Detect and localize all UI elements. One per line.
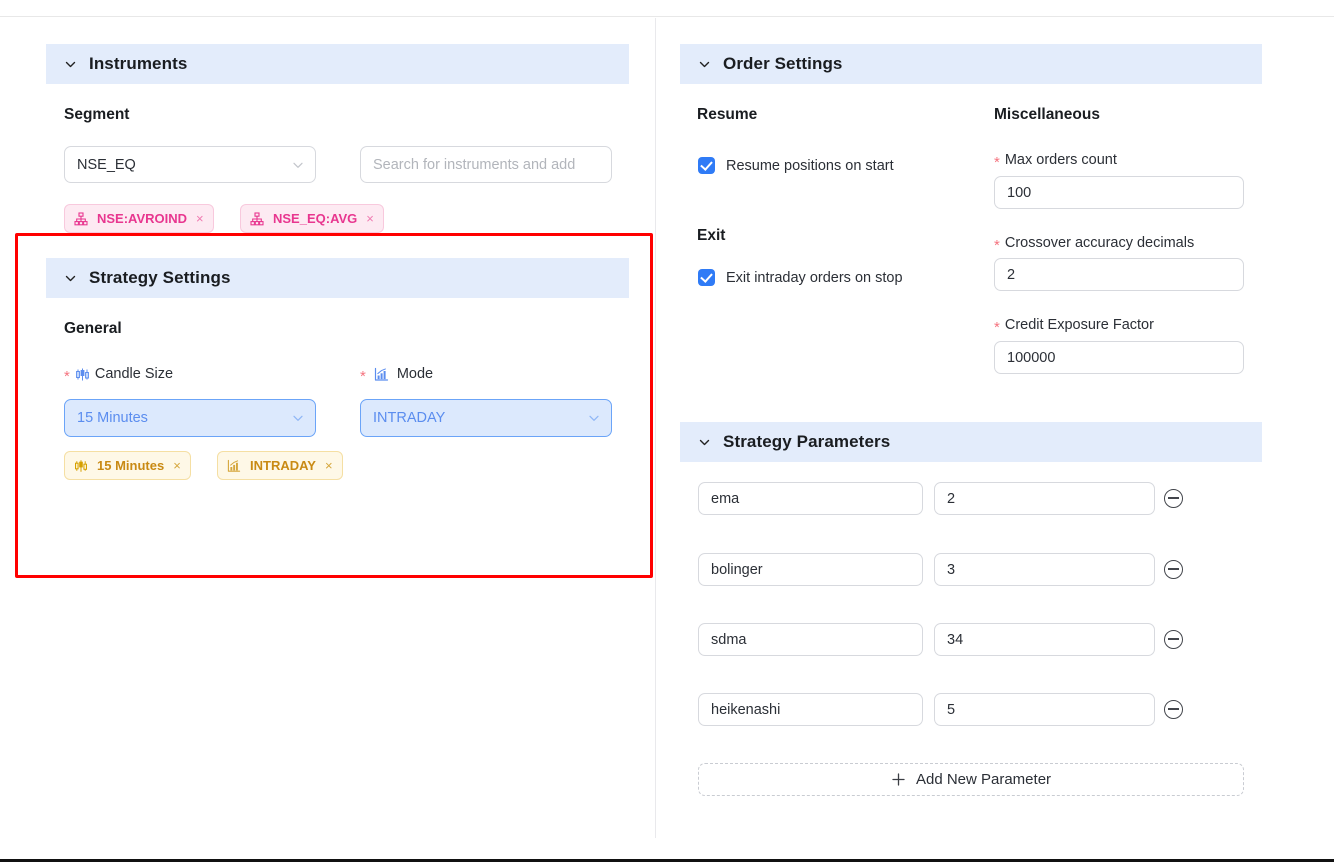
candle-size-select[interactable]: 15 Minutes xyxy=(64,399,316,437)
close-icon[interactable]: × xyxy=(366,211,374,226)
panel-title: Order Settings xyxy=(723,54,843,73)
required-asterisk: * xyxy=(994,236,1000,254)
chevron-down-icon[interactable] xyxy=(698,58,711,71)
parameter-name-input[interactable]: ema xyxy=(698,482,923,515)
parameter-value-input[interactable]: 34 xyxy=(934,623,1155,656)
max-orders-count-label: * Max orders count xyxy=(994,152,1117,171)
instrument-search-input[interactable]: Search for instruments and add xyxy=(360,146,612,183)
close-icon[interactable]: × xyxy=(325,458,333,473)
panel-header-strategy-settings[interactable]: Strategy Settings xyxy=(46,258,629,298)
chevron-down-icon[interactable] xyxy=(64,272,77,285)
resume-positions-checkbox-row[interactable]: Resume positions on start xyxy=(698,157,894,174)
general-group-label: General xyxy=(64,320,122,337)
instrument-chip[interactable]: NSE_EQ:AVG × xyxy=(240,204,384,233)
mode-value: INTRADAY xyxy=(373,410,446,426)
minus-circle-icon[interactable] xyxy=(1164,630,1183,649)
candle-size-chip[interactable]: 15 Minutes × xyxy=(64,451,191,480)
panel-header-strategy-parameters[interactable]: Strategy Parameters xyxy=(680,422,1262,462)
chevron-down-icon xyxy=(292,159,304,171)
candle-size-value: 15 Minutes xyxy=(77,410,148,426)
add-new-parameter-button[interactable]: Add New Parameter xyxy=(698,763,1244,796)
credit-exposure-input[interactable]: 100000 xyxy=(994,341,1244,374)
parameter-name-value: sdma xyxy=(711,631,747,648)
mode-label-text: Mode xyxy=(396,366,434,382)
minus-circle-icon[interactable] xyxy=(1164,560,1183,579)
candlestick-icon xyxy=(75,367,90,382)
required-asterisk: * xyxy=(64,367,70,385)
mode-select[interactable]: INTRADAY xyxy=(360,399,612,437)
misc-group-label: Miscellaneous xyxy=(994,106,1100,123)
candle-size-label: * Candle Size xyxy=(64,366,174,385)
parameter-value-input[interactable]: 3 xyxy=(934,553,1155,586)
panel-title: Instruments xyxy=(89,54,188,73)
parameter-value-value: 34 xyxy=(947,631,964,648)
max-orders-count-label-text: Max orders count xyxy=(1004,152,1117,168)
bar-chart-arrow-icon xyxy=(374,367,389,382)
required-asterisk: * xyxy=(994,318,1000,336)
checkbox-checked-icon[interactable] xyxy=(698,269,715,286)
parameter-name-input[interactable]: bolinger xyxy=(698,553,923,586)
chevron-down-icon xyxy=(292,412,304,424)
required-asterisk: * xyxy=(994,153,1000,171)
chevron-down-icon xyxy=(588,412,600,424)
exit-intraday-checkbox-row[interactable]: Exit intraday orders on stop xyxy=(698,269,903,286)
instrument-chip[interactable]: NSE:AVROIND × xyxy=(64,204,214,233)
close-icon[interactable]: × xyxy=(196,211,204,226)
mode-chip-label: INTRADAY xyxy=(250,458,316,473)
parameter-name-value: bolinger xyxy=(711,561,763,578)
parameter-name-value: heikenashi xyxy=(711,701,781,718)
sitemap-icon xyxy=(74,211,88,226)
max-orders-count-input[interactable]: 100 xyxy=(994,176,1244,209)
panel-title: Strategy Settings xyxy=(89,268,231,287)
instrument-chip-label: NSE_EQ:AVG xyxy=(273,211,358,226)
parameter-value-value: 2 xyxy=(947,490,956,507)
candle-size-label-text: Candle Size xyxy=(94,366,174,382)
crossover-accuracy-label-text: Crossover accuracy decimals xyxy=(1004,235,1195,251)
chevron-down-icon[interactable] xyxy=(698,436,711,449)
parameter-value-value: 5 xyxy=(947,701,956,718)
checkbox-checked-icon[interactable] xyxy=(698,157,715,174)
add-new-parameter-label: Add New Parameter xyxy=(915,771,1052,788)
column-divider xyxy=(655,18,656,838)
credit-exposure-label: * Credit Exposure Factor xyxy=(994,317,1154,336)
parameter-value-input[interactable]: 2 xyxy=(934,482,1155,515)
exit-group-label: Exit xyxy=(697,227,726,244)
exit-intraday-label: Exit intraday orders on stop xyxy=(726,269,903,286)
bar-chart-arrow-icon xyxy=(227,459,241,473)
parameter-value-input[interactable]: 5 xyxy=(934,693,1155,726)
top-divider xyxy=(0,16,1334,17)
parameter-name-input[interactable]: heikenashi xyxy=(698,693,923,726)
panel-header-instruments[interactable]: Instruments xyxy=(46,44,629,84)
mode-label: * Mode xyxy=(360,366,434,385)
credit-exposure-label-text: Credit Exposure Factor xyxy=(1004,317,1154,333)
parameter-name-value: ema xyxy=(711,490,740,507)
candlestick-icon xyxy=(74,459,88,473)
minus-circle-icon[interactable] xyxy=(1164,700,1183,719)
sitemap-icon xyxy=(250,211,264,226)
close-icon[interactable]: × xyxy=(173,458,181,473)
instrument-search-placeholder: Search for instruments and add xyxy=(373,156,576,173)
mode-chip[interactable]: INTRADAY × xyxy=(217,451,343,480)
parameter-name-input[interactable]: sdma xyxy=(698,623,923,656)
resume-group-label: Resume xyxy=(697,106,758,123)
segment-select-value: NSE_EQ xyxy=(77,156,136,173)
panel-header-order-settings[interactable]: Order Settings xyxy=(680,44,1262,84)
plus-icon xyxy=(891,772,906,787)
crossover-accuracy-label: * Crossover accuracy decimals xyxy=(994,235,1195,254)
candle-size-chip-label: 15 Minutes xyxy=(97,458,165,473)
instrument-chip-label: NSE:AVROIND xyxy=(97,211,188,226)
crossover-accuracy-value: 2 xyxy=(1007,266,1016,283)
crossover-accuracy-input[interactable]: 2 xyxy=(994,258,1244,291)
chevron-down-icon[interactable] xyxy=(64,58,77,71)
required-asterisk: * xyxy=(360,367,366,385)
minus-circle-icon[interactable] xyxy=(1164,489,1183,508)
segment-select[interactable]: NSE_EQ xyxy=(64,146,316,183)
credit-exposure-value: 100000 xyxy=(1007,349,1056,366)
segment-label: Segment xyxy=(64,106,130,123)
max-orders-count-value: 100 xyxy=(1007,184,1032,201)
panel-title: Strategy Parameters xyxy=(723,432,891,451)
resume-positions-label: Resume positions on start xyxy=(726,157,894,174)
parameter-value-value: 3 xyxy=(947,561,956,578)
